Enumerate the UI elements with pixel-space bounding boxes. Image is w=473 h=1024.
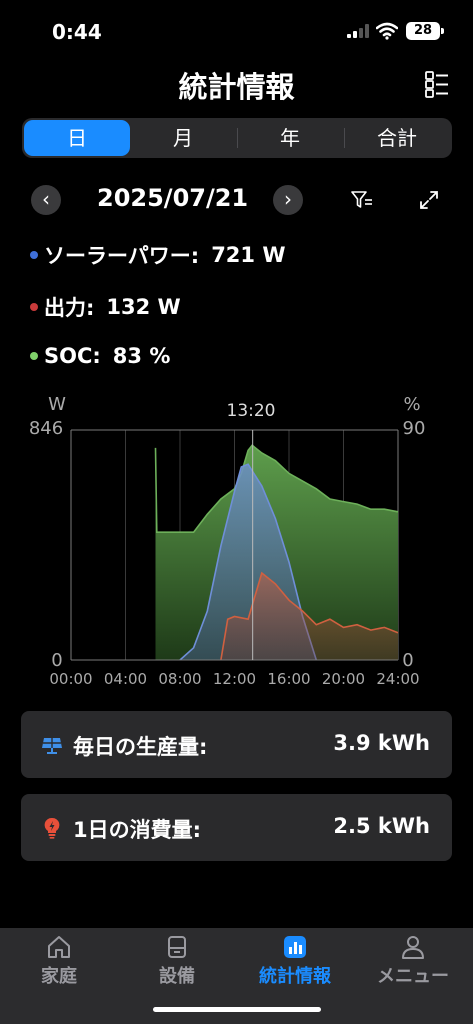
segment-year[interactable]: 年 [237, 120, 343, 156]
checklist-icon[interactable] [425, 70, 449, 98]
left-axis-min: 0 [51, 650, 62, 671]
cellular-signal-icon [347, 24, 369, 38]
filter-icon[interactable] [351, 190, 373, 210]
legend-output: 出力: 132 W [30, 292, 181, 322]
solar-panel-icon [41, 734, 63, 756]
legend-soc-value: 83 % [113, 344, 171, 368]
person-icon [400, 934, 426, 960]
legend-dot-output [30, 303, 38, 311]
segment-day[interactable]: 日 [24, 120, 130, 156]
daily-production-label: 毎日の生産量: [73, 731, 207, 761]
tab-statistics-label: 統計情報 [236, 962, 354, 988]
daily-production-card[interactable]: 毎日の生産量: 3.9 kWh [21, 711, 452, 778]
bulb-icon [41, 817, 63, 839]
x-tick-label: 12:00 [213, 670, 256, 688]
legend-soc-label: SOC: [44, 344, 101, 368]
legend-output-value: 132 W [106, 295, 180, 319]
x-axis-ticks: 00:00 04:00 08:00 12:00 16:00 20:00 24:00 [49, 670, 419, 688]
home-icon [46, 934, 72, 960]
right-axis-max: 90 [403, 418, 426, 439]
chart-icon [282, 934, 308, 960]
left-axis-unit: W [48, 394, 66, 415]
x-tick-label: 08:00 [158, 670, 201, 688]
tab-statistics[interactable]: 統計情報 [236, 934, 354, 988]
x-tick-label: 24:00 [376, 670, 419, 688]
right-axis-unit: % [403, 394, 420, 415]
chart-series [156, 445, 399, 660]
tab-device[interactable]: 設備 [118, 934, 236, 988]
expand-icon[interactable] [419, 190, 439, 210]
x-tick-label: 00:00 [49, 670, 92, 688]
daily-consumption-value: 2.5 kWh [333, 814, 430, 838]
daily-consumption-label: 1日の消費量: [73, 814, 201, 844]
date-navigator: ‹ 2025/07/21 › [0, 180, 473, 220]
segment-month[interactable]: 月 [130, 120, 236, 156]
selected-date[interactable]: 2025/07/21 [97, 184, 248, 212]
wifi-icon [376, 22, 398, 40]
legend-solar-label: ソーラーパワー: [44, 240, 199, 270]
legend-output-label: 出力: [44, 292, 94, 322]
x-tick-label: 04:00 [104, 670, 147, 688]
right-axis-min: 0 [402, 650, 413, 671]
legend-dot-solar [30, 251, 38, 259]
status-bar: 0:44 28 [0, 0, 473, 60]
daily-consumption-card[interactable]: 1日の消費量: 2.5 kWh [21, 794, 452, 861]
segment-total[interactable]: 合計 [344, 120, 450, 156]
daily-production-value: 3.9 kWh [333, 731, 430, 755]
tab-device-label: 設備 [118, 962, 236, 988]
tab-home-label: 家庭 [0, 962, 118, 988]
legend-solar-value: 721 W [211, 243, 285, 267]
legend-solar-power: ソーラーパワー: 721 W [30, 240, 286, 270]
tab-menu[interactable]: メニュー [354, 934, 472, 988]
left-axis-max: 846 [29, 418, 63, 439]
x-tick-label: 20:00 [322, 670, 365, 688]
legend-dot-soc [30, 352, 38, 360]
battery-level: 28 [414, 23, 432, 38]
cursor-time-label: 13:20 [227, 401, 276, 421]
tab-home[interactable]: 家庭 [0, 934, 118, 988]
legend-soc: SOC: 83 % [30, 344, 170, 368]
previous-date-button[interactable]: ‹ [31, 185, 61, 215]
home-indicator [153, 1007, 321, 1012]
period-segmented-control: 日 月 年 合計 [22, 118, 452, 158]
device-icon [164, 934, 190, 960]
x-tick-label: 16:00 [267, 670, 310, 688]
status-time: 0:44 [52, 20, 102, 44]
energy-chart[interactable]: W 846 0 % 90 0 13:20 00:00 04:00 08:00 12:0… [0, 390, 473, 690]
tab-menu-label: メニュー [354, 962, 472, 988]
page-title: 統計情報 [0, 64, 473, 106]
battery-icon: 28 [406, 22, 440, 40]
next-date-button[interactable]: › [273, 185, 303, 215]
